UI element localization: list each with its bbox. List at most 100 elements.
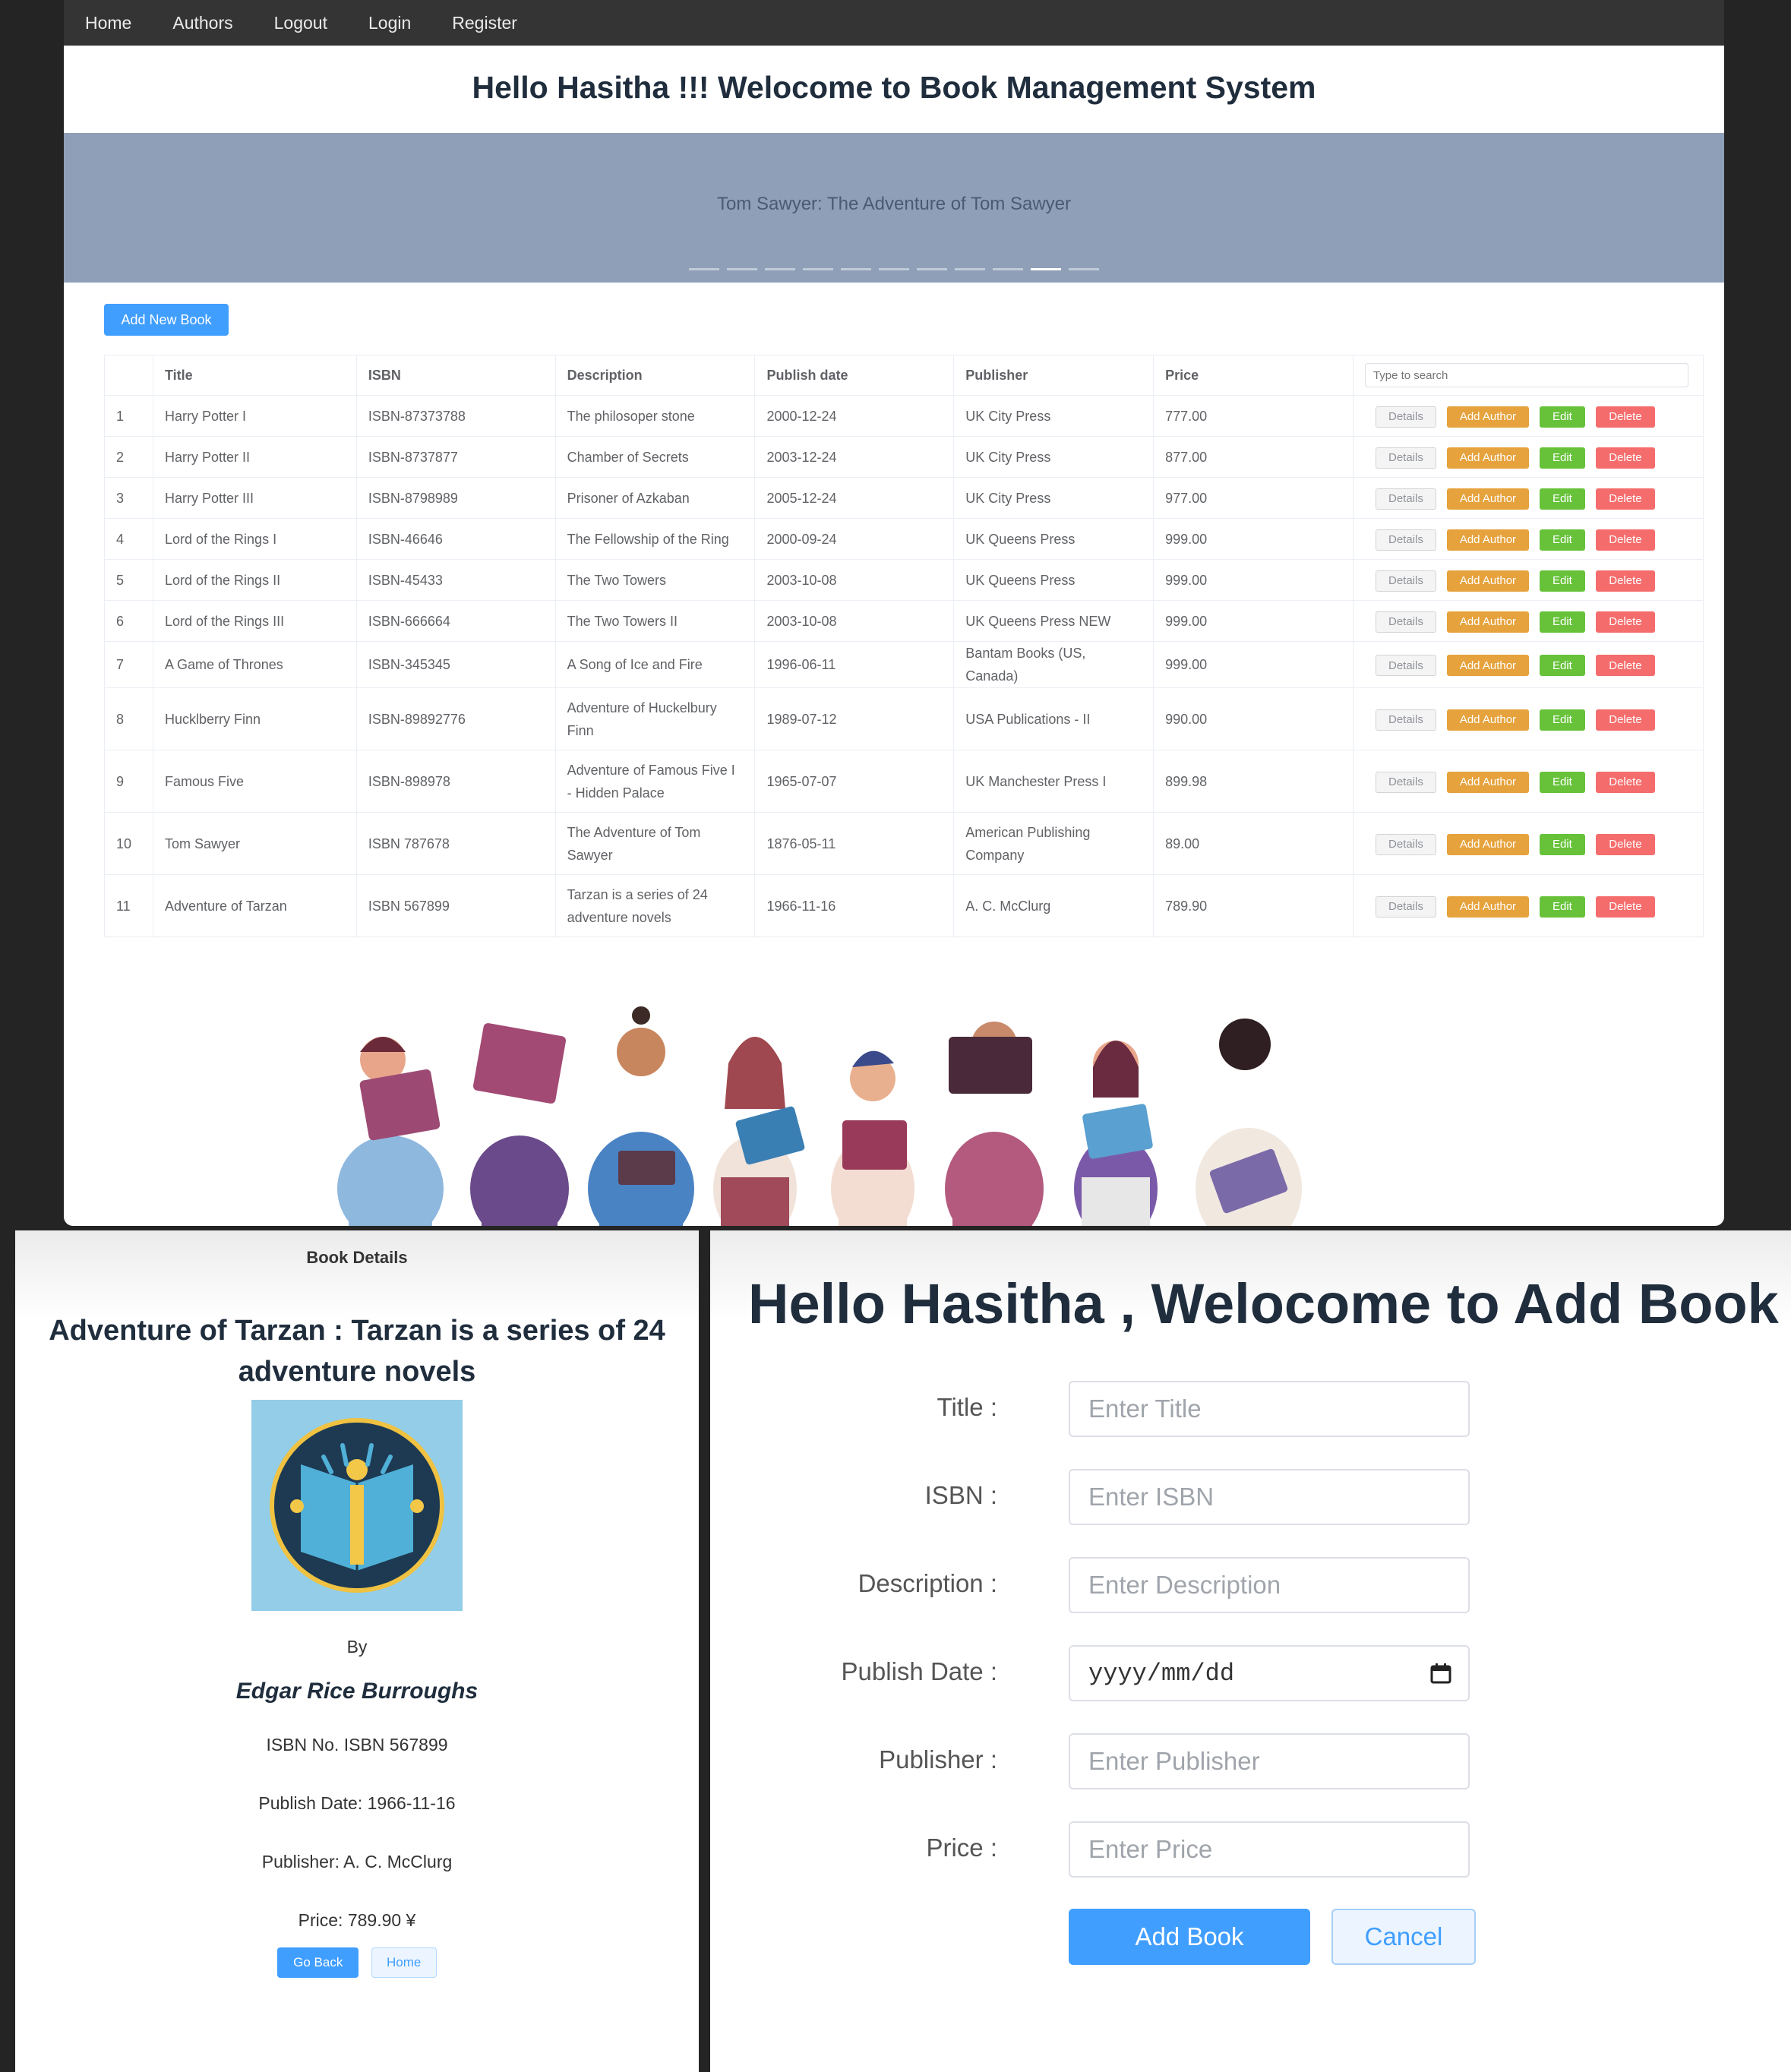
edit-button[interactable]: Edit [1539, 529, 1585, 551]
details-button[interactable]: Details [1375, 709, 1436, 731]
nav-authors[interactable]: Authors [172, 13, 232, 33]
go-back-button[interactable]: Go Back [277, 1947, 359, 1978]
cell-publisher: American Publishing Company [953, 812, 1155, 875]
cell-price: 999.00 [1153, 641, 1354, 688]
cancel-button[interactable]: Cancel [1331, 1909, 1476, 1965]
column-header-description: Description [554, 355, 756, 396]
carousel-indicator[interactable] [917, 268, 947, 270]
edit-button[interactable]: Edit [1539, 833, 1585, 855]
details-button[interactable]: Details [1375, 771, 1436, 793]
delete-button[interactable]: Delete [1595, 529, 1655, 551]
details-button[interactable]: Details [1375, 833, 1436, 855]
add-author-button[interactable]: Add Author [1446, 570, 1529, 592]
carousel-indicator[interactable] [1031, 268, 1061, 270]
row-actions: Details Add Author Edit Delete [1352, 477, 1704, 519]
carousel-indicator[interactable] [841, 268, 871, 270]
add-new-book-button[interactable]: Add New Book [104, 304, 229, 336]
add-author-button[interactable]: Add Author [1446, 488, 1529, 510]
table-row: 3 Harry Potter III ISBN-8798989 Prisoner of… [104, 477, 1704, 519]
details-button[interactable]: Details [1375, 529, 1436, 551]
cell-publish-date: 1876-05-11 [754, 812, 955, 875]
carousel-indicator[interactable] [1069, 268, 1099, 270]
reader-figure-2 [470, 1023, 569, 1226]
table-row: 7A Game of Thrones ISBN-345345 A Song of I… [104, 641, 1704, 688]
details-button[interactable]: Details [1375, 406, 1436, 428]
description-input[interactable]: Enter Description [1069, 1557, 1470, 1613]
add-author-button[interactable]: Add Author [1446, 895, 1529, 918]
book-isbn: ISBN No. ISBN 567899 [266, 1735, 448, 1755]
delete-button[interactable]: Delete [1595, 655, 1655, 677]
publish-date-input[interactable]: yyyy/mm/dd [1069, 1645, 1470, 1701]
carousel-indicator[interactable] [727, 268, 757, 270]
edit-button[interactable]: Edit [1539, 406, 1585, 428]
add-author-button[interactable]: Add Author [1446, 447, 1529, 469]
details-button[interactable]: Details [1375, 488, 1436, 510]
table-row: 6 Lord of the Rings III ISBN-666664 The Two… [104, 600, 1704, 642]
home-button[interactable]: Home [371, 1947, 437, 1978]
add-author-button[interactable]: Add Author [1446, 529, 1529, 551]
column-header-isbn: ISBN [355, 355, 556, 396]
cell-isbn: ISBN-45433 [355, 559, 556, 601]
carousel-indicator[interactable] [993, 268, 1023, 270]
delete-button[interactable]: Delete [1595, 709, 1655, 731]
nav-login[interactable]: Login [368, 13, 411, 33]
column-header-price: Price [1153, 355, 1354, 396]
delete-button[interactable]: Delete [1595, 771, 1655, 793]
delete-button[interactable]: Delete [1595, 895, 1655, 918]
table-row: 1 Harry Potter I ISBN-87373788 The philosop… [104, 395, 1704, 437]
edit-button[interactable]: Edit [1539, 611, 1585, 633]
edit-button[interactable]: Edit [1539, 570, 1585, 592]
details-button[interactable]: Details [1375, 895, 1436, 918]
edit-button[interactable]: Edit [1539, 771, 1585, 793]
delete-button[interactable]: Delete [1595, 611, 1655, 633]
carousel[interactable]: Tom Sawyer: The Adventure of Tom Sawyer [64, 133, 1724, 283]
price-input[interactable]: Enter Price [1069, 1821, 1470, 1878]
delete-button[interactable]: Delete [1595, 570, 1655, 592]
add-book-button[interactable]: Add Book [1069, 1909, 1310, 1965]
book-author: Edgar Rice Burroughs [235, 1679, 479, 1704]
delete-button[interactable]: Delete [1595, 488, 1655, 510]
nav-logout[interactable]: Logout [274, 13, 327, 33]
carousel-caption: Tom Sawyer: The Adventure of Tom Sawyer [717, 194, 1071, 214]
carousel-indicator[interactable] [879, 268, 909, 270]
row-actions: Details Add Author Edit Delete [1352, 559, 1704, 601]
cell-publish-date: 2005-12-24 [754, 477, 955, 519]
cell-index: 9 [104, 750, 153, 813]
book-reader-icon [251, 1400, 463, 1611]
nav-register[interactable]: Register [452, 13, 517, 33]
carousel-indicator[interactable] [765, 268, 795, 270]
add-author-button[interactable]: Add Author [1446, 833, 1529, 855]
title-input[interactable]: Enter Title [1069, 1381, 1470, 1437]
add-author-button[interactable]: Add Author [1446, 611, 1529, 633]
details-button[interactable]: Details [1375, 655, 1436, 677]
navbar: Home Authors Logout Login Register [64, 0, 1724, 46]
publisher-input[interactable]: Enter Publisher [1069, 1733, 1470, 1789]
edit-button[interactable]: Edit [1539, 709, 1585, 731]
add-author-button[interactable]: Add Author [1446, 406, 1529, 428]
add-author-button[interactable]: Add Author [1446, 709, 1529, 731]
delete-button[interactable]: Delete [1595, 406, 1655, 428]
details-button[interactable]: Details [1375, 611, 1436, 633]
edit-button[interactable]: Edit [1539, 655, 1585, 677]
cell-publish-date: 2003-10-08 [754, 600, 955, 642]
carousel-indicator[interactable] [955, 268, 985, 270]
edit-button[interactable]: Edit [1539, 488, 1585, 510]
details-button[interactable]: Details [1375, 570, 1436, 592]
edit-button[interactable]: Edit [1539, 447, 1585, 469]
add-author-button[interactable]: Add Author [1446, 655, 1529, 677]
details-button[interactable]: Details [1375, 447, 1436, 469]
carousel-indicator[interactable] [803, 268, 833, 270]
calendar-icon[interactable] [1430, 1663, 1451, 1684]
isbn-input[interactable]: Enter ISBN [1069, 1469, 1470, 1525]
column-header-index [104, 355, 153, 396]
reader-figure-1 [337, 1037, 444, 1226]
edit-button[interactable]: Edit [1539, 895, 1585, 918]
carousel-indicator[interactable] [689, 268, 719, 270]
delete-button[interactable]: Delete [1595, 447, 1655, 469]
nav-home[interactable]: Home [85, 13, 131, 33]
search-input[interactable] [1364, 363, 1688, 387]
delete-button[interactable]: Delete [1595, 833, 1655, 855]
add-author-button[interactable]: Add Author [1446, 771, 1529, 793]
row-actions: Details Add Author Edit Delete [1352, 518, 1704, 560]
row-actions: Details Add Author Edit Delete [1352, 874, 1704, 937]
